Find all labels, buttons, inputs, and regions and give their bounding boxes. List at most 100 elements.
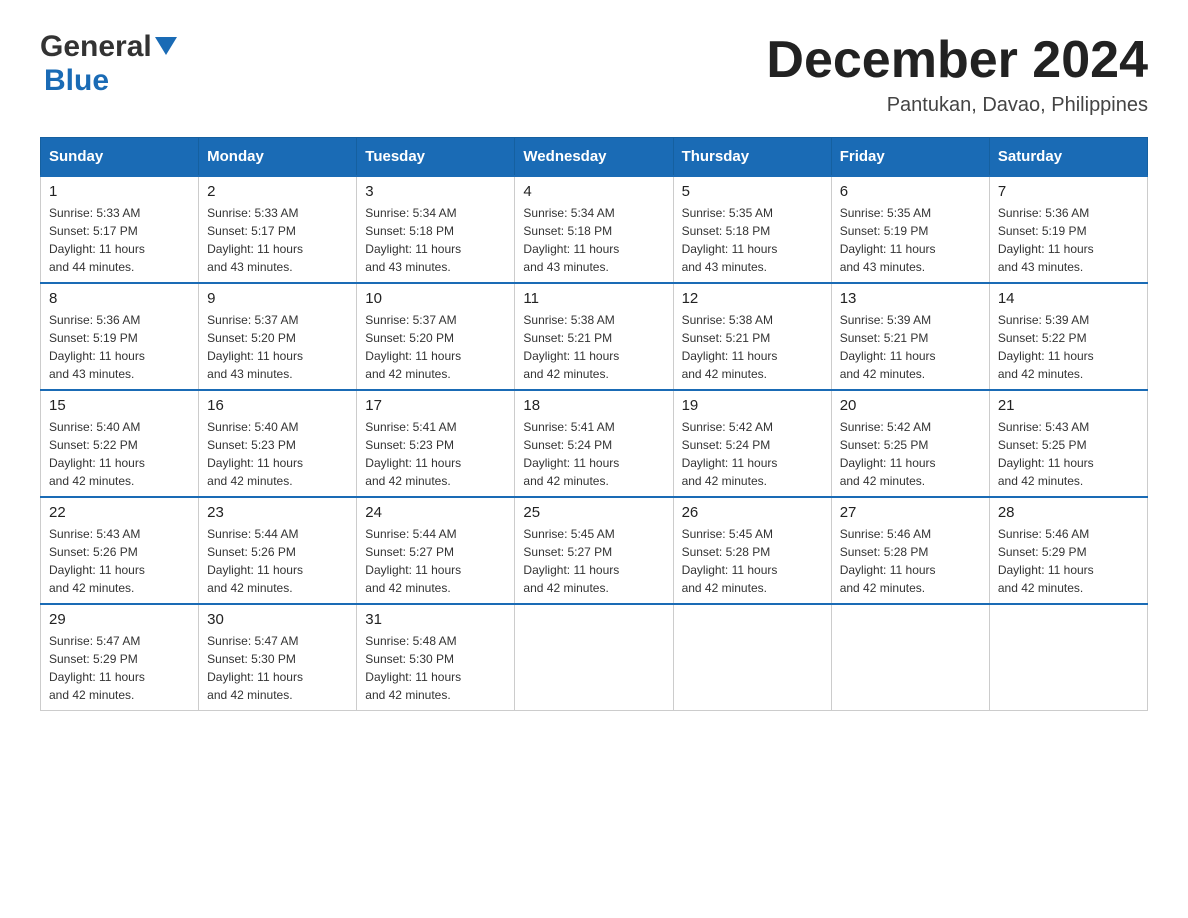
day-number: 17	[365, 397, 506, 414]
day-info: Sunrise: 5:43 AMSunset: 5:25 PMDaylight:…	[998, 418, 1139, 490]
calendar-day-30: 30Sunrise: 5:47 AMSunset: 5:30 PMDayligh…	[199, 604, 357, 711]
day-info: Sunrise: 5:39 AMSunset: 5:21 PMDaylight:…	[840, 311, 981, 383]
day-info: Sunrise: 5:48 AMSunset: 5:30 PMDaylight:…	[365, 632, 506, 704]
day-number: 5	[682, 183, 823, 200]
day-info: Sunrise: 5:46 AMSunset: 5:29 PMDaylight:…	[998, 525, 1139, 597]
day-number: 11	[523, 290, 664, 307]
logo-triangle-icon	[155, 37, 177, 59]
calendar-day-11: 11 Sunrise: 5:38 AMSunset: 5:21 PMDayligh…	[515, 283, 673, 390]
day-number: 21	[998, 397, 1139, 414]
calendar-day-31: 31 Sunrise: 5:48 AMSunset: 5:30 PMDayligh…	[357, 604, 515, 711]
day-number: 23	[207, 504, 348, 521]
calendar-header-friday: Friday	[831, 138, 989, 177]
day-info: Sunrise: 5:41 AMSunset: 5:24 PMDaylight:…	[523, 418, 664, 490]
day-info: Sunrise: 5:42 AMSunset: 5:24 PMDaylight:…	[682, 418, 823, 490]
day-info: Sunrise: 5:33 AMSunset: 5:17 PMDaylight:…	[49, 204, 190, 276]
calendar-header-wednesday: Wednesday	[515, 138, 673, 177]
calendar-day-4: 4 Sunrise: 5:34 AMSunset: 5:18 PMDaylight…	[515, 176, 673, 283]
day-number: 19	[682, 397, 823, 414]
calendar-week-row-3: 15Sunrise: 5:40 AMSunset: 5:22 PMDayligh…	[41, 390, 1148, 497]
calendar-week-row-2: 8Sunrise: 5:36 AMSunset: 5:19 PMDaylight…	[41, 283, 1148, 390]
day-info: Sunrise: 5:40 AMSunset: 5:23 PMDaylight:…	[207, 418, 348, 490]
day-info: Sunrise: 5:38 AMSunset: 5:21 PMDaylight:…	[523, 311, 664, 383]
day-number: 7	[998, 183, 1139, 200]
calendar-day-23: 23 Sunrise: 5:44 AMSunset: 5:26 PMDayligh…	[199, 497, 357, 604]
day-info: Sunrise: 5:46 AMSunset: 5:28 PMDaylight:…	[840, 525, 981, 597]
day-number: 22	[49, 504, 190, 521]
day-number: 2	[207, 183, 348, 200]
calendar-day-16: 16 Sunrise: 5:40 AMSunset: 5:23 PMDayligh…	[199, 390, 357, 497]
page-header: General Blue December 2024 Pantukan, Dav…	[40, 30, 1148, 117]
calendar-week-row-5: 29Sunrise: 5:47 AMSunset: 5:29 PMDayligh…	[41, 604, 1148, 711]
day-number: 31	[365, 611, 506, 628]
day-info: Sunrise: 5:36 AMSunset: 5:19 PMDaylight:…	[998, 204, 1139, 276]
day-number: 4	[523, 183, 664, 200]
location-text: Pantukan, Davao, Philippines	[766, 94, 1148, 117]
calendar-day-7: 7 Sunrise: 5:36 AMSunset: 5:19 PMDaylight…	[989, 176, 1147, 283]
day-info: Sunrise: 5:44 AMSunset: 5:26 PMDaylight:…	[207, 525, 348, 597]
day-info: Sunrise: 5:34 AMSunset: 5:18 PMDaylight:…	[523, 204, 664, 276]
calendar-day-8: 8Sunrise: 5:36 AMSunset: 5:19 PMDaylight…	[41, 283, 199, 390]
calendar-day-17: 17 Sunrise: 5:41 AMSunset: 5:23 PMDayligh…	[357, 390, 515, 497]
day-number: 28	[998, 504, 1139, 521]
day-info: Sunrise: 5:44 AMSunset: 5:27 PMDaylight:…	[365, 525, 506, 597]
calendar-day-26: 26 Sunrise: 5:45 AMSunset: 5:28 PMDayligh…	[673, 497, 831, 604]
day-number: 8	[49, 290, 190, 307]
day-number: 25	[523, 504, 664, 521]
title-area: December 2024 Pantukan, Davao, Philippin…	[766, 30, 1148, 117]
calendar-day-20: 20 Sunrise: 5:42 AMSunset: 5:25 PMDayligh…	[831, 390, 989, 497]
day-number: 16	[207, 397, 348, 414]
day-info: Sunrise: 5:35 AMSunset: 5:19 PMDaylight:…	[840, 204, 981, 276]
day-info: Sunrise: 5:33 AMSunset: 5:17 PMDaylight:…	[207, 204, 348, 276]
day-info: Sunrise: 5:43 AMSunset: 5:26 PMDaylight:…	[49, 525, 190, 597]
day-number: 14	[998, 290, 1139, 307]
calendar-empty-cell	[989, 604, 1147, 711]
day-number: 20	[840, 397, 981, 414]
day-info: Sunrise: 5:41 AMSunset: 5:23 PMDaylight:…	[365, 418, 506, 490]
logo-blue-text: Blue	[40, 64, 109, 97]
day-number: 12	[682, 290, 823, 307]
calendar-day-28: 28 Sunrise: 5:46 AMSunset: 5:29 PMDayligh…	[989, 497, 1147, 604]
calendar-table: SundayMondayTuesdayWednesdayThursdayFrid…	[40, 137, 1148, 711]
calendar-day-27: 27Sunrise: 5:46 AMSunset: 5:28 PMDayligh…	[831, 497, 989, 604]
calendar-empty-cell	[831, 604, 989, 711]
logo: General Blue	[40, 30, 177, 98]
day-number: 10	[365, 290, 506, 307]
day-number: 1	[49, 183, 190, 200]
calendar-header-tuesday: Tuesday	[357, 138, 515, 177]
logo-general-text: General	[40, 30, 152, 64]
day-info: Sunrise: 5:42 AMSunset: 5:25 PMDaylight:…	[840, 418, 981, 490]
calendar-day-15: 15Sunrise: 5:40 AMSunset: 5:22 PMDayligh…	[41, 390, 199, 497]
day-info: Sunrise: 5:38 AMSunset: 5:21 PMDaylight:…	[682, 311, 823, 383]
day-number: 30	[207, 611, 348, 628]
calendar-day-29: 29Sunrise: 5:47 AMSunset: 5:29 PMDayligh…	[41, 604, 199, 711]
calendar-day-14: 14 Sunrise: 5:39 AMSunset: 5:22 PMDayligh…	[989, 283, 1147, 390]
calendar-week-row-1: 1 Sunrise: 5:33 AMSunset: 5:17 PMDaylight…	[41, 176, 1148, 283]
calendar-week-row-4: 22 Sunrise: 5:43 AMSunset: 5:26 PMDayligh…	[41, 497, 1148, 604]
day-info: Sunrise: 5:45 AMSunset: 5:28 PMDaylight:…	[682, 525, 823, 597]
day-number: 3	[365, 183, 506, 200]
calendar-header-thursday: Thursday	[673, 138, 831, 177]
month-title: December 2024	[766, 30, 1148, 90]
calendar-day-21: 21 Sunrise: 5:43 AMSunset: 5:25 PMDayligh…	[989, 390, 1147, 497]
day-number: 29	[49, 611, 190, 628]
calendar-day-24: 24 Sunrise: 5:44 AMSunset: 5:27 PMDayligh…	[357, 497, 515, 604]
day-number: 6	[840, 183, 981, 200]
day-info: Sunrise: 5:39 AMSunset: 5:22 PMDaylight:…	[998, 311, 1139, 383]
calendar-header-row: SundayMondayTuesdayWednesdayThursdayFrid…	[41, 138, 1148, 177]
calendar-empty-cell	[673, 604, 831, 711]
calendar-day-13: 13Sunrise: 5:39 AMSunset: 5:21 PMDayligh…	[831, 283, 989, 390]
calendar-header-monday: Monday	[199, 138, 357, 177]
calendar-day-5: 5Sunrise: 5:35 AMSunset: 5:18 PMDaylight…	[673, 176, 831, 283]
day-number: 24	[365, 504, 506, 521]
calendar-day-22: 22 Sunrise: 5:43 AMSunset: 5:26 PMDayligh…	[41, 497, 199, 604]
calendar-day-18: 18 Sunrise: 5:41 AMSunset: 5:24 PMDayligh…	[515, 390, 673, 497]
calendar-day-19: 19 Sunrise: 5:42 AMSunset: 5:24 PMDayligh…	[673, 390, 831, 497]
day-info: Sunrise: 5:37 AMSunset: 5:20 PMDaylight:…	[207, 311, 348, 383]
day-info: Sunrise: 5:37 AMSunset: 5:20 PMDaylight:…	[365, 311, 506, 383]
calendar-header-saturday: Saturday	[989, 138, 1147, 177]
day-number: 26	[682, 504, 823, 521]
day-number: 18	[523, 397, 664, 414]
calendar-day-12: 12 Sunrise: 5:38 AMSunset: 5:21 PMDayligh…	[673, 283, 831, 390]
day-info: Sunrise: 5:45 AMSunset: 5:27 PMDaylight:…	[523, 525, 664, 597]
